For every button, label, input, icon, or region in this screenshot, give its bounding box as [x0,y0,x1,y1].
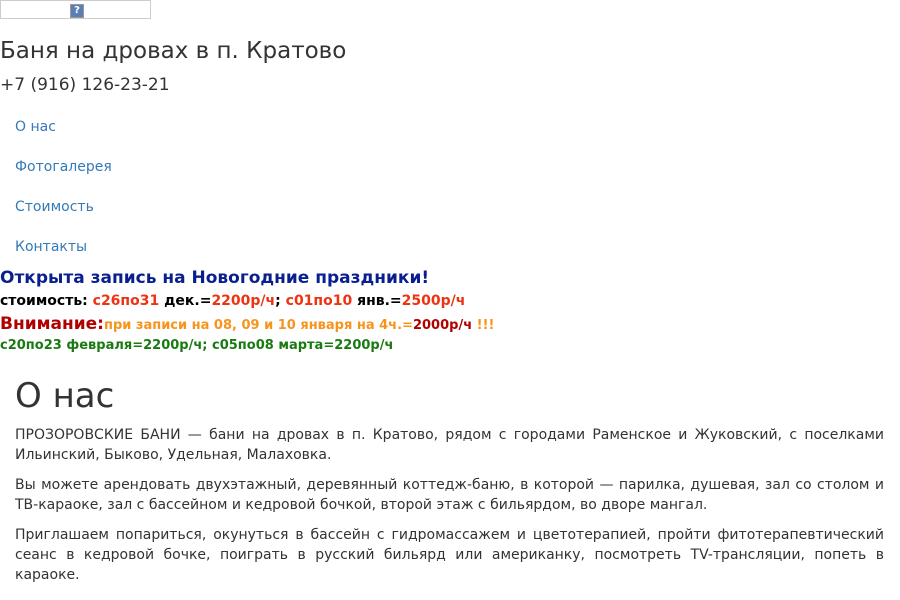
nav-link-gallery[interactable]: Фотогалерея [15,159,112,175]
promo-headline: Открыта запись на Новогодние праздники! [0,268,430,288]
price-month-december: дек.= [159,293,212,309]
about-heading: О нас [15,376,115,416]
nav-link-prices[interactable]: Стоимость [15,199,94,215]
price-range-december: с26по31 [92,293,160,309]
attention-exclaim: !!! [472,318,495,333]
nav-item-prices: Стоимость [15,196,112,236]
promo-attention-line: Внимание:при записи на 08, 09 и 10 январ… [0,312,494,336]
promo-block: Открыта запись на Новогодние праздники! … [0,266,494,356]
nav-item-gallery: Фотогалерея [15,156,112,196]
about-paragraph: Вы можете арендовать двухэтажный, деревя… [15,477,884,513]
about-paragraph: ПРОЗОРОВСКИЕ БАНИ — бани на дровах в п. … [15,427,884,463]
nav-link-contacts[interactable]: Контакты [15,239,87,255]
phone-number: +7 (916) 126-23-21 [0,75,170,95]
top-banner[interactable]: ? [0,0,151,19]
attention-text: при записи на 08, 09 и 10 января на 4ч.= [103,318,413,333]
nav-item-about: О нас [15,116,112,156]
attention-label: Внимание: [0,314,104,334]
price-range-january: с01по10 [285,293,353,309]
price-label: стоимость: [0,293,93,309]
broken-image-icon: ? [70,4,84,18]
price-month-january: янв.= [352,293,402,309]
site-title: Баня на дровах в п. Кратово [0,38,347,64]
attention-price: 2000р/ч [412,318,473,333]
price-january: 2500р/ч [401,293,466,309]
price-december: 2200р/ч [211,293,276,309]
about-content: ПРОЗОРОВСКИЕ БАНИ — бани на дровах в п. … [15,425,884,595]
nav-link-about[interactable]: О нас [15,119,56,135]
promo-price-line: стоимость: с26по31 дек.=2200р/ч; с01по10… [0,290,494,312]
main-nav: О нас Фотогалерея Стоимость Контакты [15,116,112,276]
price-separator: ; [275,293,286,309]
promo-feb-march-line: с20по23 февраля=2200р/ч; с05по08 марта=2… [0,338,394,353]
about-paragraph: Приглашаем попариться, окунуться в бассе… [15,527,884,583]
